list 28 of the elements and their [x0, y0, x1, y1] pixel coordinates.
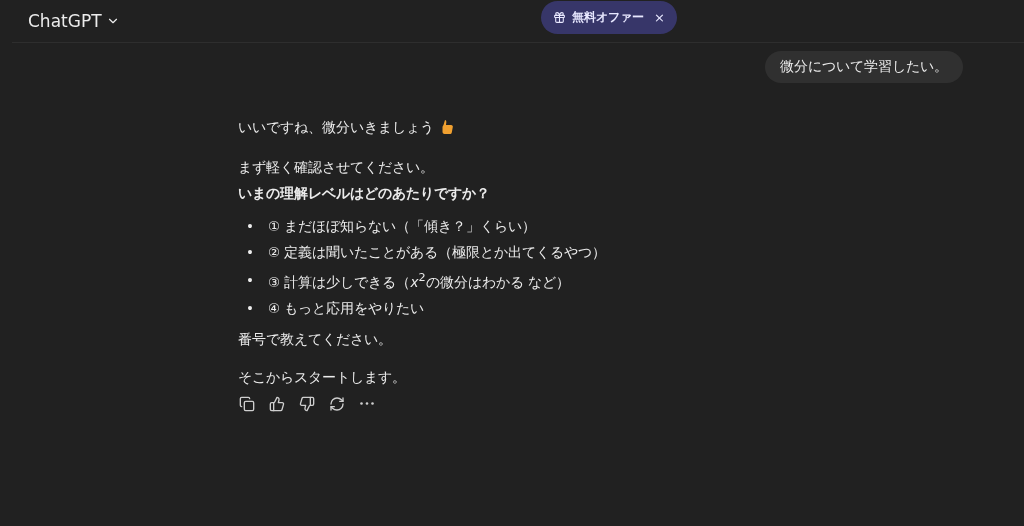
- option-item: ① まだほぼ知らない（「傾き？」くらい）: [268, 217, 537, 236]
- option-item: ④ もっと応用をやりたい: [268, 298, 425, 318]
- regenerate-button[interactable]: [328, 394, 346, 413]
- message-text: 番号で教えてください。: [238, 329, 392, 349]
- thumbs-up-button[interactable]: [268, 394, 286, 413]
- option-item: ③ 計算は少しできる（x$^{2}$の微分はわかる など）: [268, 270, 570, 292]
- thumbs-down-button[interactable]: [298, 394, 316, 413]
- message-text: そこからスタートします。: [238, 367, 406, 387]
- option-item: ② 定義は聞いたことがある（極限とか出てくるやつ）: [268, 243, 607, 262]
- user-message: 微分について学習したい。: [765, 51, 963, 83]
- refresh-icon: [329, 395, 345, 412]
- model-selector[interactable]: ChatGPT: [12, 11, 120, 31]
- question-text: いまの理解レベルはどのあたりですか？: [238, 184, 490, 203]
- bullet-marker: •: [246, 270, 252, 290]
- copy-icon: [239, 395, 255, 412]
- offer-badge[interactable]: 無料オファー ×: [541, 1, 677, 34]
- close-button[interactable]: ×: [650, 10, 665, 25]
- thumbs-down-icon: [299, 395, 315, 412]
- bullet-marker: •: [246, 217, 252, 236]
- message-text: いいですね、微分いきましょう: [238, 118, 434, 137]
- copy-button[interactable]: [238, 394, 256, 413]
- gift-icon: [553, 11, 566, 24]
- bullet-marker: •: [246, 243, 252, 262]
- message-text: まず軽く確認させてください。: [238, 158, 434, 177]
- more-icon: [360, 402, 374, 405]
- bullet-marker: •: [246, 298, 252, 318]
- thumbs-up-icon: [269, 395, 285, 412]
- thumbs-up-icon: [440, 119, 454, 135]
